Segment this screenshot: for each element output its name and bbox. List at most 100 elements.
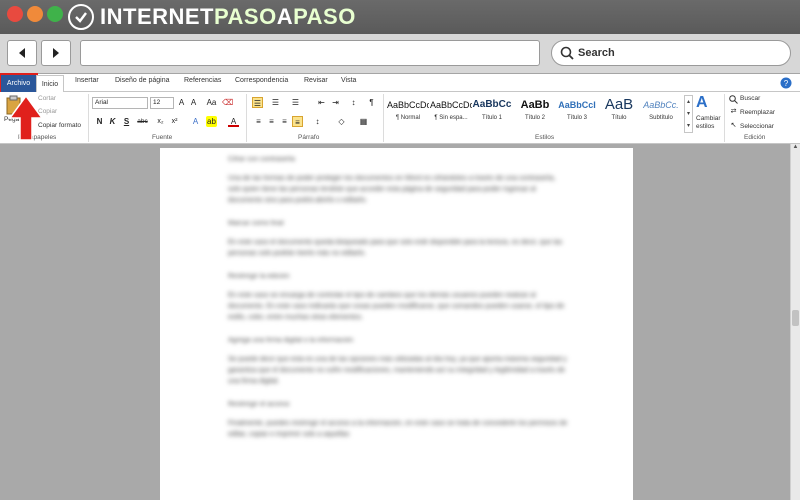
- site-logo: INTERNETPASOAPASO: [68, 3, 356, 31]
- logo-text: INTERNETPASOAPASO: [100, 4, 356, 29]
- bullets-icon[interactable]: ☰: [252, 97, 263, 108]
- font-size-select[interactable]: 12: [150, 97, 174, 109]
- align-right-icon[interactable]: ≡: [279, 116, 290, 127]
- ribbon-tabs: Archivo Inicio Insertar Diseño de página…: [0, 73, 800, 94]
- maximize-window-button[interactable]: [47, 6, 63, 22]
- align-left-icon[interactable]: ≡: [253, 116, 264, 127]
- style-preview: AaBbCc.: [643, 100, 679, 110]
- doc-paragraph: Una de las formas de poder proteger los …: [228, 175, 556, 204]
- divider: [88, 94, 89, 142]
- style-preview: AaBbCc: [472, 99, 512, 110]
- minimize-window-button[interactable]: [27, 6, 43, 22]
- browser-nav-bar: Search: [0, 34, 800, 74]
- estilos-label: Estilos: [535, 134, 555, 141]
- text-effects-icon[interactable]: A: [190, 116, 201, 127]
- style-sin-espaciado[interactable]: AaBbCcDc ¶ Sin espa...: [430, 95, 472, 131]
- style-titulo-1[interactable]: AaBbCc Título 1: [471, 95, 513, 131]
- style-titulo-2[interactable]: AaBb Título 2: [514, 95, 556, 131]
- superscript-button[interactable]: x²: [169, 116, 180, 127]
- font-name-select[interactable]: Arial: [92, 97, 148, 109]
- style-titulo[interactable]: AaB Título: [598, 95, 640, 131]
- style-preview: AaBbCcDc: [387, 100, 429, 110]
- styles-scroll[interactable]: ▴ ▾ ▾: [684, 95, 693, 133]
- tab-diseno[interactable]: Diseño de página: [115, 77, 170, 84]
- tab-archivo[interactable]: Archivo: [0, 73, 38, 94]
- divider: [246, 94, 247, 142]
- style-name: ¶ Normal: [395, 115, 421, 121]
- doc-heading: Restringir el acceso: [228, 401, 290, 408]
- doc-paragraph: Finalmente, puedes restringir el acceso …: [228, 420, 568, 438]
- style-name: Título: [611, 115, 627, 121]
- document-page[interactable]: Cifrar con contraseña Una de las formas …: [160, 148, 633, 500]
- copiar-formato-button[interactable]: Copiar formato: [38, 122, 81, 129]
- scroll-up-icon[interactable]: ▲: [791, 144, 800, 154]
- search-label: Search: [578, 47, 615, 59]
- tab-referencias[interactable]: Referencias: [184, 77, 221, 84]
- forward-arrow-icon[interactable]: [41, 40, 71, 66]
- red-arrow-pointer-icon: [8, 96, 44, 140]
- shading-icon[interactable]: ◇: [336, 116, 347, 127]
- bold-button[interactable]: N: [94, 116, 105, 127]
- sort-icon[interactable]: ↕: [348, 97, 359, 108]
- style-preview: AaBbCcI: [558, 100, 596, 110]
- line-spacing-icon[interactable]: ↕: [312, 116, 323, 127]
- borders-icon[interactable]: ▦: [358, 116, 369, 127]
- strikethrough-button[interactable]: abc: [137, 116, 148, 127]
- buscar-button[interactable]: Buscar: [740, 95, 760, 102]
- italic-button[interactable]: K: [107, 116, 118, 127]
- tab-vista[interactable]: Vista: [341, 77, 356, 84]
- grow-font-icon[interactable]: A: [176, 97, 187, 108]
- style-name: Título 2: [524, 115, 545, 121]
- doc-paragraph: En este caso el documento queda bloquead…: [228, 239, 563, 257]
- align-center-icon[interactable]: ≡: [266, 116, 277, 127]
- seleccionar-button[interactable]: Seleccionar: [740, 123, 774, 130]
- show-marks-icon[interactable]: ¶: [366, 97, 377, 108]
- back-arrow-icon[interactable]: [7, 40, 37, 66]
- doc-heading: Marcar como final: [228, 220, 284, 227]
- numbering-icon[interactable]: ☰: [270, 97, 281, 108]
- doc-paragraph: Se puede decir que esta es una de las op…: [228, 356, 567, 385]
- change-case-icon[interactable]: Aa: [206, 97, 217, 108]
- browser-title-bar: INTERNETPASOAPASO: [0, 0, 800, 34]
- select-icon[interactable]: ↖: [728, 120, 739, 131]
- style-name: Subtítulo: [649, 115, 673, 121]
- shrink-font-icon[interactable]: A: [188, 97, 199, 108]
- decrease-indent-icon[interactable]: ⇤: [316, 97, 327, 108]
- style-name: ¶ Sin espa...: [434, 115, 468, 121]
- logo-check-icon: [68, 4, 94, 30]
- multilevel-list-icon[interactable]: ☰: [290, 97, 301, 108]
- divider: [383, 94, 384, 142]
- highlight-icon[interactable]: ab: [206, 116, 217, 127]
- fuente-label: Fuente: [152, 134, 173, 141]
- tab-revisar[interactable]: Revisar: [304, 77, 328, 84]
- find-icon[interactable]: [729, 95, 738, 104]
- style-normal[interactable]: AaBbCcDc ¶ Normal: [387, 95, 429, 131]
- tab-insertar[interactable]: Insertar: [75, 77, 99, 84]
- style-subtitulo[interactable]: AaBbCc. Subtítulo: [640, 95, 682, 131]
- increase-indent-icon[interactable]: ⇥: [330, 97, 341, 108]
- style-preview: AaBb: [520, 99, 550, 111]
- search-box[interactable]: Search: [551, 40, 791, 66]
- address-bar[interactable]: [80, 40, 540, 66]
- tab-inicio[interactable]: Inicio: [36, 75, 64, 93]
- help-icon[interactable]: ?: [780, 77, 792, 89]
- style-titulo-3[interactable]: AaBbCcI Título 3: [556, 95, 598, 131]
- justify-icon[interactable]: ≡: [292, 116, 303, 127]
- style-name: Título 3: [566, 115, 587, 121]
- style-preview: AaBbCcDc: [430, 100, 472, 110]
- cambiar-estilos-button[interactable]: Cambiar estilos: [696, 115, 722, 131]
- close-window-button[interactable]: [7, 6, 23, 22]
- tab-correspondencia[interactable]: Correspondencia: [235, 77, 288, 84]
- edicion-label: Edición: [744, 134, 766, 141]
- scroll-thumb[interactable]: [792, 310, 799, 326]
- underline-button[interactable]: S: [121, 116, 132, 127]
- reemplazar-button[interactable]: Reemplazar: [740, 109, 775, 116]
- clear-format-icon[interactable]: ⌫: [222, 97, 233, 108]
- font-color-icon[interactable]: A: [228, 116, 239, 127]
- doc-paragraph: En este caso se encarga de controlar el …: [228, 292, 565, 321]
- subscript-button[interactable]: x₂: [155, 116, 166, 127]
- style-name: Título 1: [481, 115, 502, 121]
- replace-icon[interactable]: ⇄: [728, 106, 739, 117]
- change-styles-icon[interactable]: A: [696, 94, 708, 112]
- vertical-scrollbar[interactable]: ▲: [790, 144, 800, 500]
